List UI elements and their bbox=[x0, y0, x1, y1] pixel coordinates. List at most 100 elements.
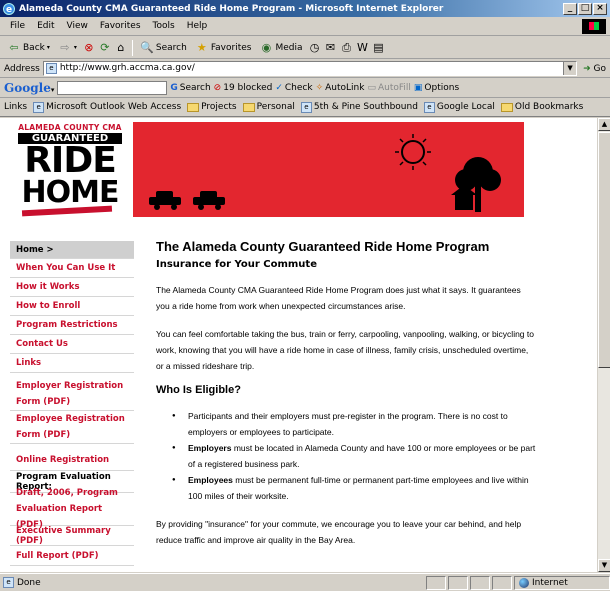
menu-favorites[interactable]: Favorites bbox=[94, 21, 147, 31]
link-5th-pine[interactable]: e 5th & Pine Southbound bbox=[300, 101, 418, 113]
refresh-icon[interactable]: ⟳ bbox=[98, 41, 112, 55]
banner-scene-svg bbox=[149, 134, 501, 212]
toolbar-separator bbox=[131, 39, 133, 56]
go-button[interactable]: ➜ Go bbox=[583, 64, 606, 74]
link-label: Google Local bbox=[436, 102, 495, 112]
link-projects[interactable]: Projects bbox=[187, 102, 237, 112]
menu-view[interactable]: View bbox=[61, 21, 94, 31]
link-outlook[interactable]: e Microsoft Outlook Web Access bbox=[33, 101, 181, 113]
popup-blocker-button[interactable]: ⊘ 19 blocked bbox=[214, 83, 273, 93]
zone-label: Internet bbox=[532, 577, 568, 588]
page-icon: e bbox=[423, 101, 435, 113]
folder-icon bbox=[500, 102, 513, 112]
status-pane bbox=[426, 575, 446, 590]
google-toolbar: Google▾ G Search ⊘ 19 blocked ✓ Check ✧ … bbox=[0, 79, 610, 98]
link-personal[interactable]: Personal bbox=[242, 102, 295, 112]
scroll-thumb[interactable] bbox=[598, 132, 610, 368]
google-logo[interactable]: Google▾ bbox=[4, 81, 54, 95]
link-label: 5th & Pine Southbound bbox=[313, 102, 418, 112]
page-icon: e bbox=[300, 101, 312, 113]
sidebar-item-links[interactable]: Links bbox=[10, 354, 134, 373]
autofill-button[interactable]: ▭ AutoFill bbox=[367, 83, 410, 93]
scroll-down-icon[interactable]: ▼ bbox=[598, 559, 610, 572]
mail-icon[interactable]: ✉ bbox=[324, 41, 338, 55]
google-g-icon: G bbox=[170, 83, 178, 93]
folder-icon bbox=[242, 102, 255, 112]
sun-icon bbox=[395, 134, 431, 170]
sidebar-item-employee-registration[interactable]: Employee Registration Form (PDF) bbox=[10, 411, 134, 444]
scroll-up-icon[interactable]: ▲ bbox=[598, 118, 610, 131]
stop-icon[interactable]: ⊗ bbox=[82, 41, 96, 55]
menu-help[interactable]: Help bbox=[181, 21, 214, 31]
sidebar-item-home[interactable]: Home > bbox=[10, 241, 134, 259]
sidebar-item-executive-summary[interactable]: Executive Summary (PDF) bbox=[10, 526, 134, 546]
back-button[interactable]: ⇦ Back ▾ bbox=[4, 41, 53, 55]
chevron-down-icon: ▾ bbox=[73, 44, 77, 51]
sidebar-item-contact-us[interactable]: Contact Us bbox=[10, 335, 134, 354]
maximize-button[interactable]: □ bbox=[578, 2, 592, 15]
close-button[interactable]: × bbox=[593, 2, 607, 15]
spell-check-button[interactable]: ✓ Check bbox=[275, 83, 312, 93]
search-button[interactable]: 🔍 Search bbox=[137, 41, 190, 55]
banner-illustration bbox=[133, 122, 524, 217]
search-icon: 🔍 bbox=[140, 40, 154, 54]
sidebar-item-how-to-enroll[interactable]: How to Enroll bbox=[10, 297, 134, 316]
chevron-down-icon: ▾ bbox=[50, 85, 55, 94]
print-icon[interactable]: ⎙ bbox=[340, 41, 354, 55]
options-button[interactable]: ▣ Options bbox=[414, 83, 459, 93]
closing-paragraph: By providing "insurance" for your commut… bbox=[156, 519, 522, 545]
sidebar-item-employer-registration[interactable]: Employer Registration Form (PDF) bbox=[10, 378, 134, 411]
autofill-label: AutoFill bbox=[377, 83, 411, 93]
media-icon: ◉ bbox=[261, 40, 272, 54]
google-search-button[interactable]: G Search bbox=[170, 83, 210, 93]
edit-icon[interactable]: W bbox=[356, 41, 370, 55]
options-label: Options bbox=[424, 83, 460, 93]
forward-arrow-icon: ⇨ bbox=[60, 40, 70, 54]
discuss-icon[interactable]: ▤ bbox=[372, 41, 386, 55]
link-google-local[interactable]: e Google Local bbox=[423, 101, 495, 113]
address-input[interactable]: e http://www.grh.accma.ca.gov/ ▼ bbox=[42, 61, 578, 76]
vertical-scrollbar[interactable]: ▲ ▼ bbox=[597, 118, 610, 572]
menu-file[interactable]: File bbox=[4, 21, 31, 31]
sidebar-item-draft-report[interactable]: Draft, 2006, Program Evaluation Report (… bbox=[10, 488, 134, 530]
history-icon[interactable]: ◷ bbox=[308, 41, 322, 55]
chevron-down-icon: ▾ bbox=[46, 44, 50, 51]
sidebar-item-program-restrictions[interactable]: Program Restrictions bbox=[10, 316, 134, 335]
security-zone: Internet bbox=[514, 575, 610, 590]
page-viewport[interactable]: ALAMEDA COUNTY CMA GUARANTEED RIDE HOME bbox=[0, 118, 597, 572]
minimize-button[interactable]: _ bbox=[563, 2, 577, 15]
autolink-button[interactable]: ✧ AutoLink bbox=[316, 83, 365, 93]
status-bar: e Done Internet bbox=[0, 573, 610, 591]
list-item: Employees must be permanent full-time or… bbox=[170, 472, 536, 504]
link-old-bookmarks[interactable]: Old Bookmarks bbox=[500, 102, 583, 112]
sidebar-item-full-report[interactable]: Full Report (PDF) bbox=[10, 546, 134, 566]
window-titlebar: e Alameda County CMA Guaranteed Ride Hom… bbox=[0, 0, 610, 17]
ride-home-logo[interactable]: ALAMEDA COUNTY CMA GUARANTEED RIDE HOME bbox=[10, 122, 130, 217]
sidebar-item-how-it-works[interactable]: How it Works bbox=[10, 278, 134, 297]
logo-line-home: HOME bbox=[21, 175, 120, 210]
forward-button[interactable]: ⇨ ▾ bbox=[55, 41, 80, 55]
favorites-button[interactable]: ★ Favorites bbox=[192, 41, 255, 55]
google-search-label: Search bbox=[179, 83, 211, 93]
sidebar-item-label: Home > bbox=[16, 244, 54, 255]
home-icon[interactable]: ⌂ bbox=[114, 41, 128, 55]
address-url: http://www.grh.accma.ca.gov/ bbox=[59, 63, 195, 73]
bullet-text: must be located in Alameda County and ha… bbox=[188, 443, 536, 469]
windows-logo-icon bbox=[582, 18, 606, 34]
link-label: Projects bbox=[201, 102, 237, 112]
favorites-label: Favorites bbox=[210, 42, 252, 53]
status-pane bbox=[470, 575, 490, 590]
menu-edit[interactable]: Edit bbox=[31, 21, 60, 31]
sidebar-item-when-you-can-use-it[interactable]: When You Can Use It bbox=[10, 259, 134, 278]
menu-tools[interactable]: Tools bbox=[147, 21, 181, 31]
tree-house-icon bbox=[451, 157, 501, 212]
status-text: Done bbox=[17, 577, 41, 588]
car-icon bbox=[193, 191, 225, 210]
standard-toolbar: ⇦ Back ▾ ⇨ ▾ ⊗ ⟳ ⌂ 🔍 Search ★ Favorites … bbox=[0, 37, 610, 59]
media-button[interactable]: ◉ Media bbox=[256, 41, 305, 55]
list-item: Participants and their employers must pr… bbox=[170, 408, 536, 440]
list-item: Employers must be located in Alameda Cou… bbox=[170, 440, 536, 472]
google-search-input[interactable] bbox=[57, 81, 168, 95]
chevron-down-icon[interactable]: ▼ bbox=[563, 62, 577, 75]
sidebar-item-online-registration[interactable]: Online Registration bbox=[10, 449, 134, 471]
